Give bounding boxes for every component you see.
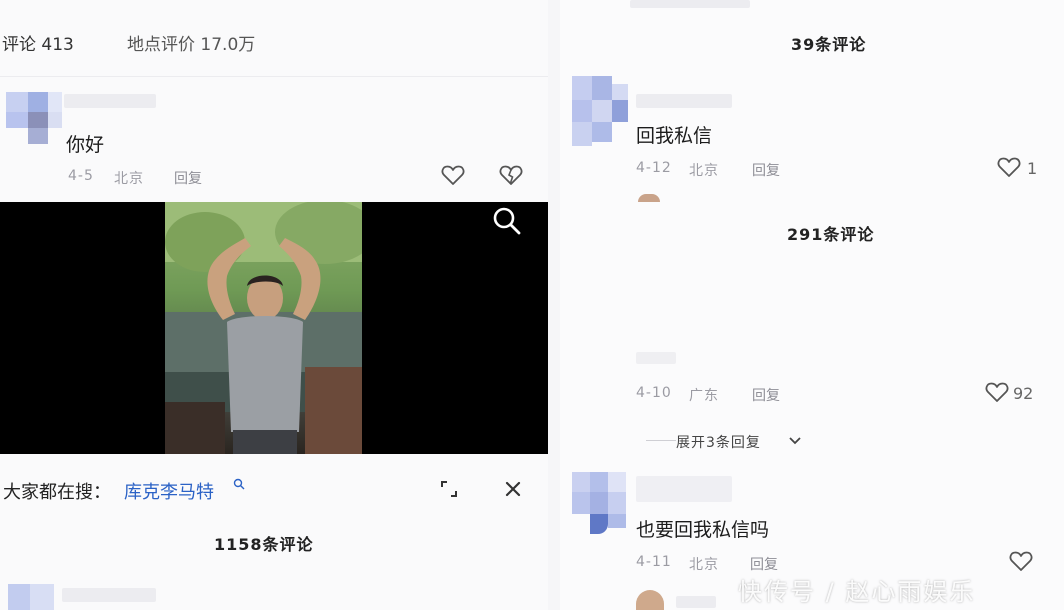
expand-divider (646, 440, 676, 441)
avatar[interactable] (6, 92, 62, 144)
reply-button[interactable]: 回复 (750, 554, 778, 574)
comment-text: 也要回我私信吗 (636, 519, 770, 541)
like-count: 1 (1027, 159, 1038, 178)
search-icon[interactable] (492, 206, 522, 236)
tab-location-reviews[interactable]: 地点评价 17.0万 (127, 30, 255, 55)
comment-date: 4-11 (636, 554, 672, 570)
username-blur (636, 94, 732, 108)
header-divider (0, 76, 548, 77)
dislike-heart-icon[interactable] (499, 164, 523, 186)
comment-text: 回我私信 (636, 125, 713, 147)
heart-icon[interactable] (441, 164, 465, 186)
search-suggestion-label: 大家都在搜： (3, 482, 111, 503)
comment-location: 北京 (689, 163, 719, 179)
reply-button[interactable]: 回复 (174, 168, 202, 188)
avatar[interactable] (572, 76, 628, 146)
username-blur (62, 588, 156, 602)
close-icon[interactable] (503, 479, 523, 499)
comment-count[interactable]: 1158条评论 (214, 531, 314, 555)
comment-date: 4-12 (636, 160, 672, 176)
comment-location: 广东 (689, 388, 719, 404)
heart-icon[interactable] (1009, 550, 1033, 572)
reply-button[interactable]: 回复 (752, 160, 780, 180)
search-suggestion-link[interactable]: 库克李马特 (124, 478, 214, 504)
heart-icon[interactable] (985, 381, 1009, 403)
expand-replies-button[interactable]: 展开3条回复 (676, 432, 761, 452)
avatar[interactable] (8, 584, 54, 610)
reply-button[interactable]: 回复 (752, 385, 780, 405)
watermark: 快传号 / 赵心雨娱乐 (738, 578, 976, 606)
comment-count[interactable]: 39条评论 (791, 31, 866, 55)
comment-text-blur (636, 352, 676, 364)
person-photo (165, 202, 362, 454)
small-search-icon (233, 478, 245, 490)
expand-icon[interactable] (439, 479, 459, 499)
video-frame (165, 202, 362, 454)
comment-count[interactable]: 291条评论 (787, 221, 874, 245)
right-comment-panel: 39条评论 回我私信 4-12 北京 回复 1 291条评论 4-10 广东 回… (560, 0, 1064, 610)
avatar[interactable] (572, 472, 626, 534)
comment-location: 北京 (114, 171, 144, 187)
comment-date: 4-10 (636, 385, 672, 401)
reply-username-blur (676, 596, 716, 608)
left-comment-panel: 评论 413 地点评价 17.0万 你好 4-5 北京 回复 大家都在搜： 库克… (0, 0, 548, 610)
username-blur (64, 94, 156, 108)
comment-text: 你好 (66, 134, 105, 156)
cropped-text-blur (630, 0, 750, 8)
username-blur (636, 476, 732, 502)
comment-location: 北京 (689, 557, 719, 573)
comment-date: 4-5 (68, 168, 94, 184)
tab-comments[interactable]: 评论 413 (2, 30, 74, 55)
heart-icon[interactable] (997, 156, 1021, 178)
reply-avatar[interactable] (636, 590, 664, 610)
like-count: 92 (1013, 384, 1034, 403)
chevron-down-icon[interactable] (788, 436, 802, 446)
reply-avatar[interactable] (638, 194, 660, 202)
